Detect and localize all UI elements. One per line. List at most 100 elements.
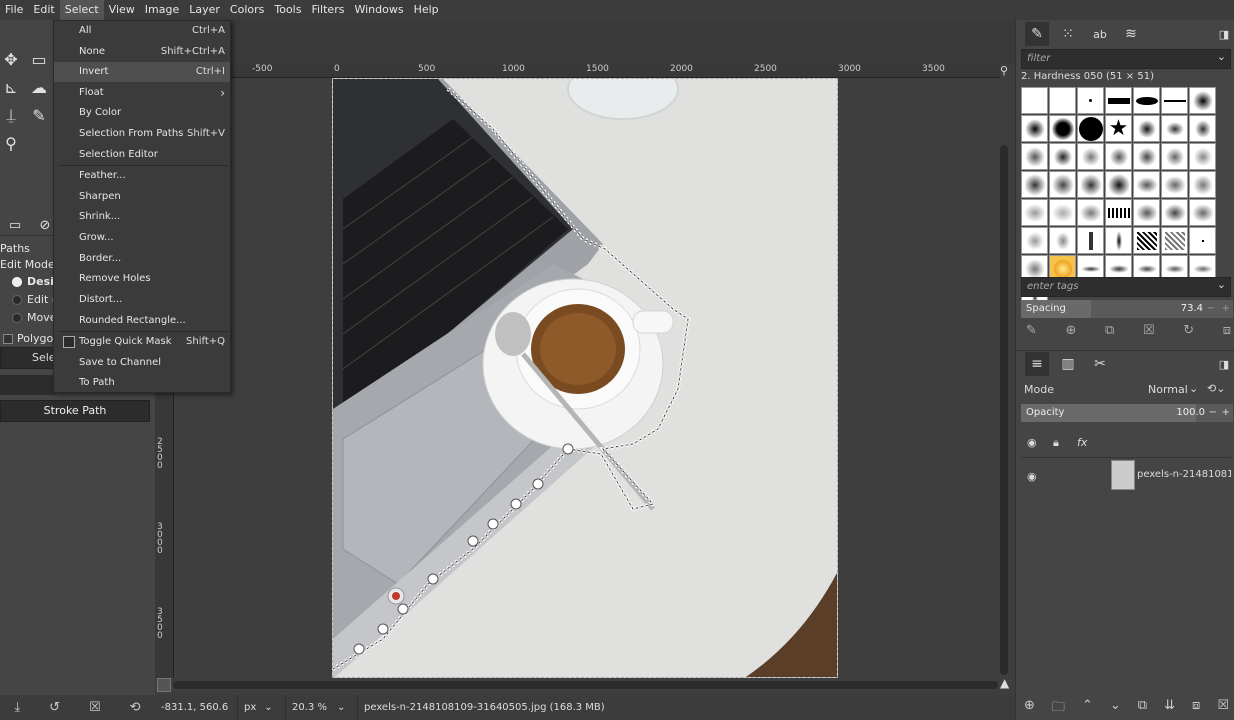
new-brush-icon[interactable]: ⊕ xyxy=(1066,323,1077,343)
mask-layer-icon[interactable]: ⧈ xyxy=(1192,698,1200,718)
brush-swatch[interactable] xyxy=(1189,171,1216,198)
menu-selection-editor[interactable]: Selection Editor xyxy=(54,145,230,165)
menu-rounded-rectangle[interactable]: Rounded Rectangle... xyxy=(54,311,230,331)
menu-select-invert[interactable]: Invert Ctrl+I xyxy=(54,62,230,82)
brush-swatch[interactable] xyxy=(1133,199,1160,226)
quick-mask-toggle-icon[interactable] xyxy=(157,678,171,692)
brush-swatch[interactable]: ★ xyxy=(1105,115,1132,142)
menu-toggle-quick-mask[interactable]: Toggle Quick Mask Shift+Q xyxy=(54,332,230,352)
plus-icon[interactable]: + xyxy=(1222,300,1230,318)
opacity-spinner[interactable]: Opacity 100.0 − + xyxy=(1021,404,1233,422)
brush-swatch[interactable] xyxy=(1049,143,1076,170)
brush-swatch[interactable] xyxy=(1189,143,1216,170)
layer-item[interactable]: ◉ pexels-n-2148108109-: xyxy=(1021,460,1231,494)
brush-swatch[interactable] xyxy=(1161,115,1188,142)
brush-swatch[interactable] xyxy=(1077,87,1104,114)
edit-brush-icon[interactable]: ✎ xyxy=(1026,323,1037,343)
brush-swatch[interactable] xyxy=(1021,199,1048,226)
brush-swatch[interactable] xyxy=(1077,171,1104,198)
brush-swatch[interactable] xyxy=(1077,199,1104,226)
polygon-checkbox[interactable] xyxy=(3,334,13,344)
zoom-select[interactable]: 20.3 % ⌄ xyxy=(286,695,358,720)
delete-brush-icon[interactable]: ☒ xyxy=(1143,323,1155,343)
document-history-tab-icon[interactable]: ≋ xyxy=(1119,22,1143,46)
brush-swatch[interactable] xyxy=(1133,171,1160,198)
duplicate-layer-icon[interactable]: ⧉ xyxy=(1138,698,1147,718)
brush-swatch[interactable] xyxy=(1077,143,1104,170)
brush-swatch[interactable] xyxy=(1021,171,1048,198)
refresh-brushes-icon[interactable]: ↻ xyxy=(1183,323,1194,343)
save-options-icon[interactable]: ⤓ xyxy=(14,700,20,715)
duplicate-brush-icon[interactable]: ⧉ xyxy=(1105,323,1114,343)
eye-icon[interactable]: ◉ xyxy=(1027,470,1037,483)
brush-swatch[interactable] xyxy=(1189,199,1216,226)
menu-shrink[interactable]: Shrink... xyxy=(54,207,230,227)
brush-swatch[interactable] xyxy=(1021,115,1048,142)
menu-help[interactable]: Help xyxy=(409,0,444,20)
menu-sharpen[interactable]: Sharpen xyxy=(54,187,230,207)
heal-tool-icon[interactable]: ✎ xyxy=(28,104,50,126)
new-layer-icon[interactable]: ⊕ xyxy=(1024,698,1035,718)
brush-swatch[interactable] xyxy=(1161,171,1188,198)
menu-file[interactable]: File xyxy=(0,0,28,20)
horizontal-ruler[interactable]: -500 0 500 1000 1500 2000 2500 3000 3500 xyxy=(174,64,1000,78)
brush-swatch[interactable] xyxy=(1133,143,1160,170)
menu-windows[interactable]: Windows xyxy=(349,0,408,20)
horizontal-scrollbar[interactable] xyxy=(173,681,998,689)
brush-swatch[interactable] xyxy=(1021,143,1048,170)
design-radio[interactable] xyxy=(12,277,22,287)
brushes-tab-icon[interactable]: ✎ xyxy=(1025,22,1049,46)
menu-remove-holes[interactable]: Remove Holes xyxy=(54,269,230,289)
mode-select[interactable]: Normal xyxy=(1148,383,1188,396)
image-canvas[interactable] xyxy=(332,78,838,678)
selection-from-path-button[interactable]: Selec xyxy=(0,347,62,369)
brush-swatch[interactable] xyxy=(1105,199,1132,226)
brush-swatch[interactable] xyxy=(1133,227,1160,254)
brush-swatch[interactable] xyxy=(1077,227,1104,254)
lock-icon[interactable]: 🔒︎ xyxy=(1053,436,1059,450)
brush-swatch[interactable] xyxy=(1105,143,1132,170)
lower-layer-icon[interactable]: ⌄ xyxy=(1110,698,1121,718)
layers-tab-icon[interactable]: ≡ xyxy=(1025,352,1049,376)
plus-icon[interactable]: + xyxy=(1222,404,1230,422)
reset-options-icon[interactable]: ⟲ xyxy=(130,700,141,715)
brush-swatch[interactable] xyxy=(1105,87,1132,114)
menu-layer[interactable]: Layer xyxy=(184,0,225,20)
menu-select-by-color[interactable]: By Color xyxy=(54,103,230,123)
brush-swatch[interactable] xyxy=(1105,171,1132,198)
panel-menu-icon[interactable]: ◨ xyxy=(1212,22,1234,46)
brush-swatch[interactable] xyxy=(1021,227,1048,254)
brush-swatch[interactable] xyxy=(1049,227,1076,254)
stroke-path-button[interactable]: Stroke Path xyxy=(0,400,150,422)
quick-mask-checkbox[interactable] xyxy=(63,336,75,348)
brush-swatch[interactable] xyxy=(1049,171,1076,198)
minus-icon[interactable]: − xyxy=(1209,404,1217,422)
menu-feather[interactable]: Feather... xyxy=(54,166,230,186)
brush-swatch[interactable] xyxy=(1049,87,1076,114)
delete-options-icon[interactable]: ☒ xyxy=(89,700,101,715)
menu-save-to-channel[interactable]: Save to Channel xyxy=(54,353,230,373)
spacing-spinner[interactable]: Spacing 73.4 − + xyxy=(1021,300,1233,318)
fonts-tab-icon[interactable]: ab xyxy=(1088,22,1112,46)
menu-to-path[interactable]: To Path xyxy=(54,373,230,393)
menu-select-float[interactable]: Float › xyxy=(54,83,230,103)
brush-filter-input[interactable]: filter xyxy=(1021,49,1231,69)
transform-tool-icon[interactable]: ⊾ xyxy=(0,76,22,98)
navigate-icon[interactable]: ▲ xyxy=(1000,676,1014,690)
chevron-down-icon[interactable]: ⌄ xyxy=(1217,50,1226,63)
brush-swatch[interactable] xyxy=(1161,87,1188,114)
menu-tools[interactable]: Tools xyxy=(269,0,306,20)
menu-distort[interactable]: Distort... xyxy=(54,290,230,310)
menu-selection-from-paths[interactable]: Selection From Paths Shift+V xyxy=(54,124,230,144)
layers-panel-menu-icon[interactable]: ◨ xyxy=(1212,352,1234,376)
brush-swatch[interactable] xyxy=(1021,87,1048,114)
brush-swatch[interactable] xyxy=(1189,87,1216,114)
move-radio[interactable] xyxy=(12,313,22,323)
eye-icon[interactable]: ◉ xyxy=(1027,436,1037,449)
menu-grow[interactable]: Grow... xyxy=(54,228,230,248)
brush-swatch[interactable] xyxy=(1189,115,1216,142)
menu-view[interactable]: View xyxy=(104,0,140,20)
brush-swatch[interactable] xyxy=(1133,87,1160,114)
merge-layer-icon[interactable]: ⇊ xyxy=(1164,698,1175,718)
paint-tool-icon[interactable]: ⍊ xyxy=(0,104,22,126)
